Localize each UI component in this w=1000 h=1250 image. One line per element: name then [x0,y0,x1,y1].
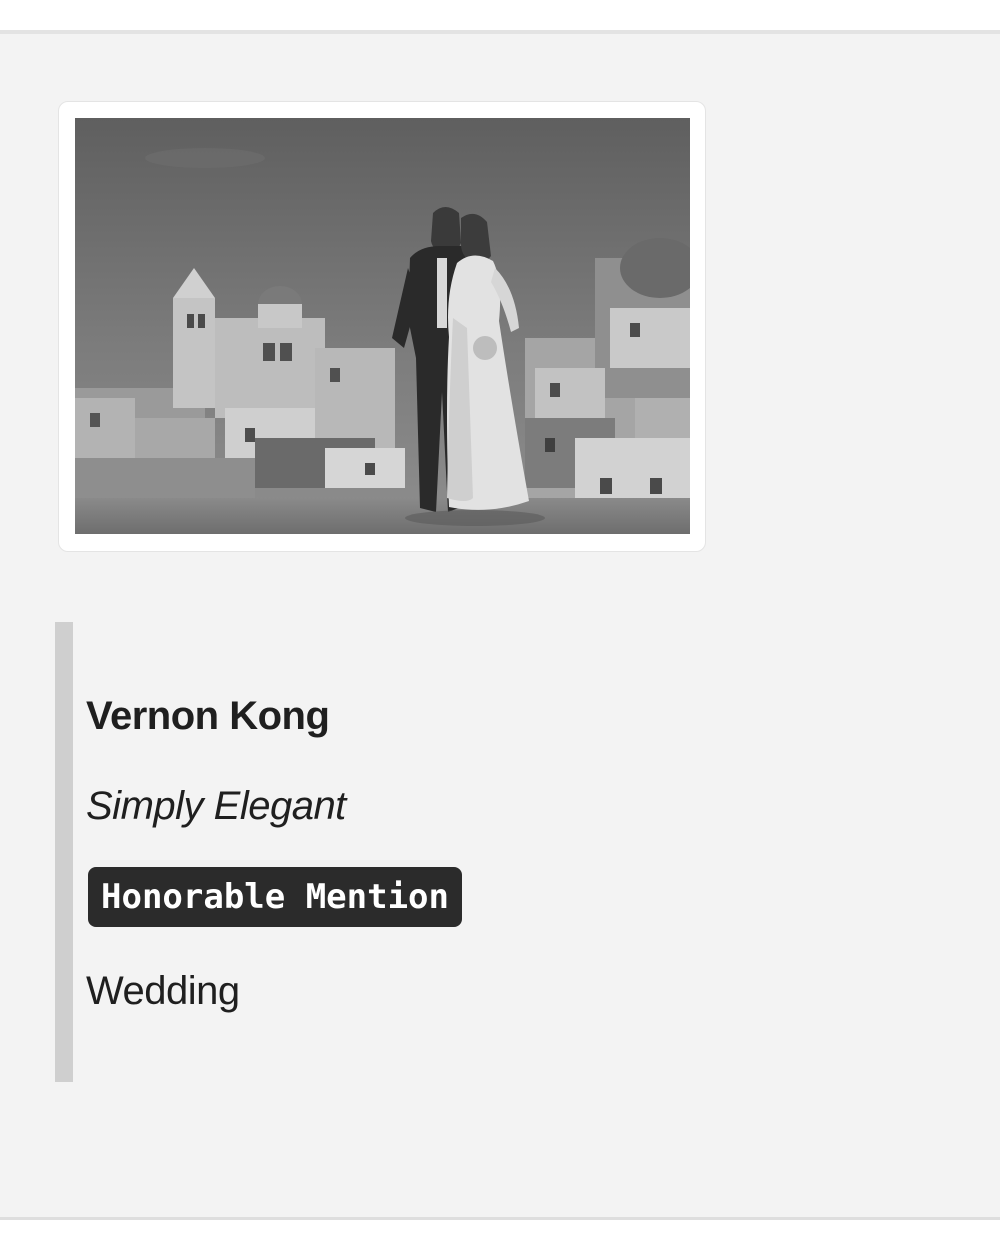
wedding-photo[interactable] [75,118,690,534]
photographer-name: Vernon Kong [86,694,330,738]
photo-thumbnail-card[interactable] [58,101,706,552]
blockquote-bar [55,622,73,1082]
bottom-divider [0,1217,1000,1220]
page: Vernon Kong Simply Elegant Honorable Men… [0,0,1000,1250]
photo-category: Wedding [86,969,240,1013]
award-badge: Honorable Mention [88,867,462,927]
photo-title: Simply Elegant [86,784,346,828]
